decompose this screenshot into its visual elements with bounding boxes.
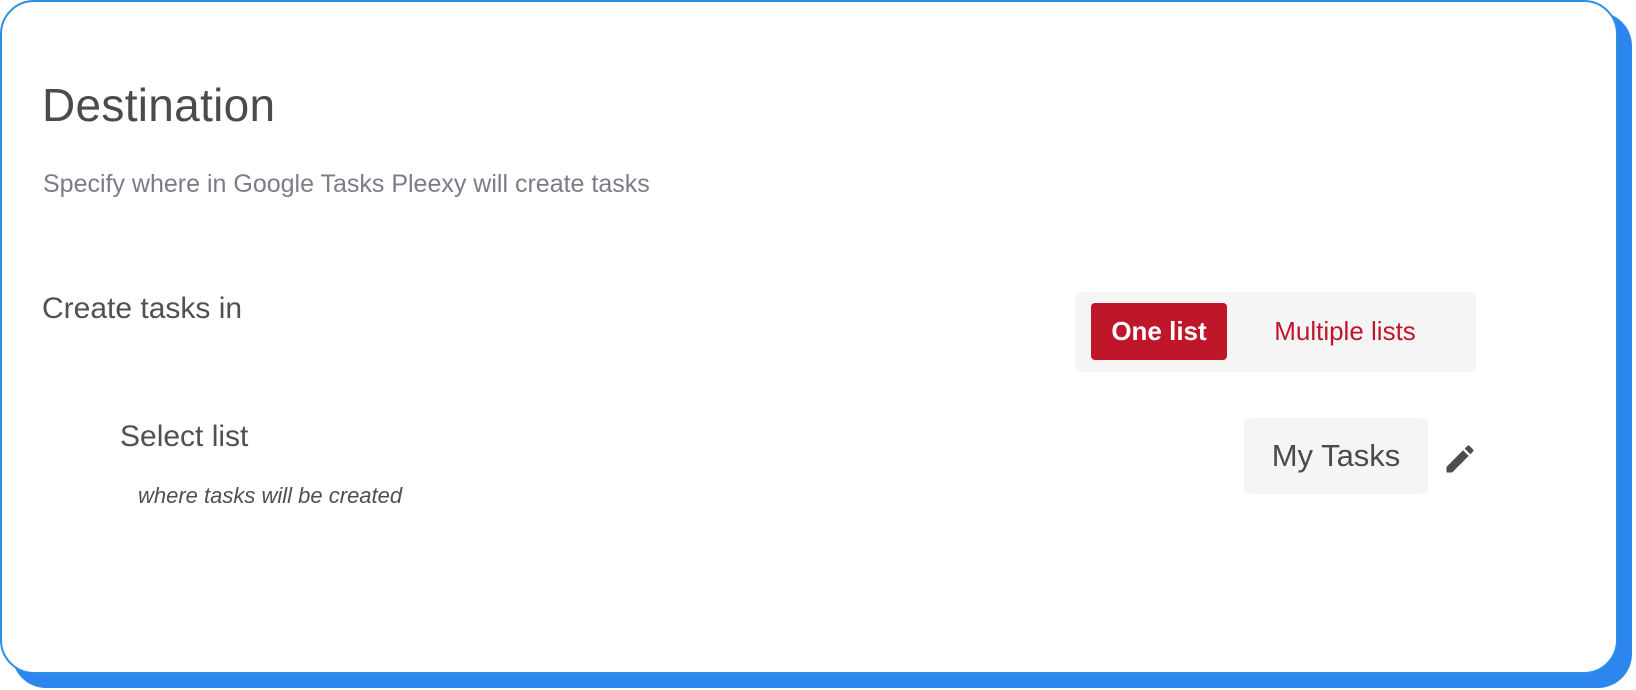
- section-title: Destination: [42, 79, 276, 131]
- list-mode-toggle: One list Multiple lists: [1075, 292, 1476, 372]
- selected-list-value[interactable]: My Tasks: [1244, 418, 1428, 494]
- section-subtitle: Specify where in Google Tasks Pleexy wil…: [43, 170, 650, 198]
- select-list-label: Select list: [120, 420, 249, 453]
- create-tasks-label: Create tasks in: [42, 292, 243, 325]
- multiple-lists-option[interactable]: Multiple lists: [1245, 303, 1445, 360]
- destination-card: Destination Specify where in Google Task…: [0, 0, 1618, 674]
- select-list-hint: where tasks will be created: [138, 483, 403, 508]
- one-list-option[interactable]: One list: [1091, 303, 1227, 360]
- pencil-icon[interactable]: [1442, 441, 1478, 477]
